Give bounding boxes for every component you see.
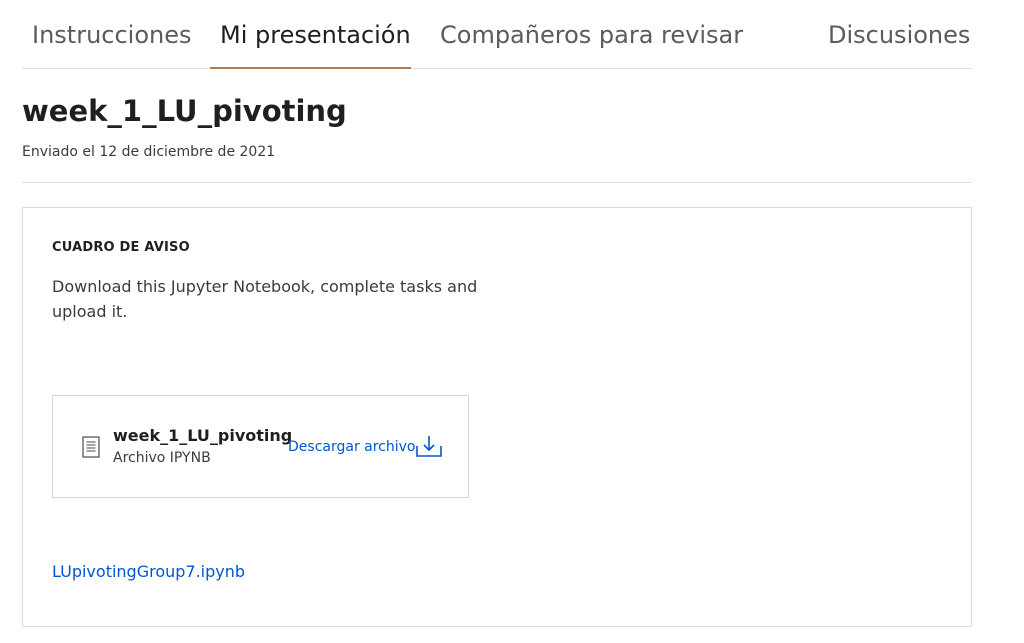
file-name: week_1_LU_pivoting bbox=[113, 426, 293, 445]
download-file-button[interactable]: Descargar archivo bbox=[288, 433, 443, 461]
download-label: Descargar archivo bbox=[288, 439, 416, 455]
divider bbox=[22, 182, 972, 183]
active-tab-indicator bbox=[210, 67, 411, 69]
tab-mi-presentacion[interactable]: Mi presentación bbox=[220, 0, 411, 69]
page: Instrucciones Mi presentación Compañeros… bbox=[0, 0, 1024, 643]
page-title: week_1_LU_pivoting bbox=[22, 94, 347, 128]
uploaded-file-link[interactable]: LUpivotingGroup7.ipynb bbox=[52, 562, 245, 581]
notice-box: CUADRO DE AVISO Download this Jupyter No… bbox=[22, 207, 972, 627]
file-type: Archivo IPYNB bbox=[113, 450, 211, 466]
document-icon bbox=[82, 436, 100, 458]
notice-text: Download this Jupyter Notebook, complete… bbox=[52, 277, 478, 321]
tab-instrucciones[interactable]: Instrucciones bbox=[32, 0, 192, 69]
notice-heading: CUADRO DE AVISO bbox=[52, 240, 190, 255]
tab-bar: Instrucciones Mi presentación Compañeros… bbox=[22, 0, 972, 69]
tab-discusiones[interactable]: Discusiones bbox=[828, 0, 970, 69]
download-icon bbox=[415, 433, 443, 461]
tab-companeros-para-revisar[interactable]: Compañeros para revisar bbox=[440, 0, 743, 69]
submitted-date: Enviado el 12 de diciembre de 2021 bbox=[22, 144, 276, 160]
file-card: week_1_LU_pivoting Archivo IPYNB Descarg… bbox=[52, 395, 469, 498]
